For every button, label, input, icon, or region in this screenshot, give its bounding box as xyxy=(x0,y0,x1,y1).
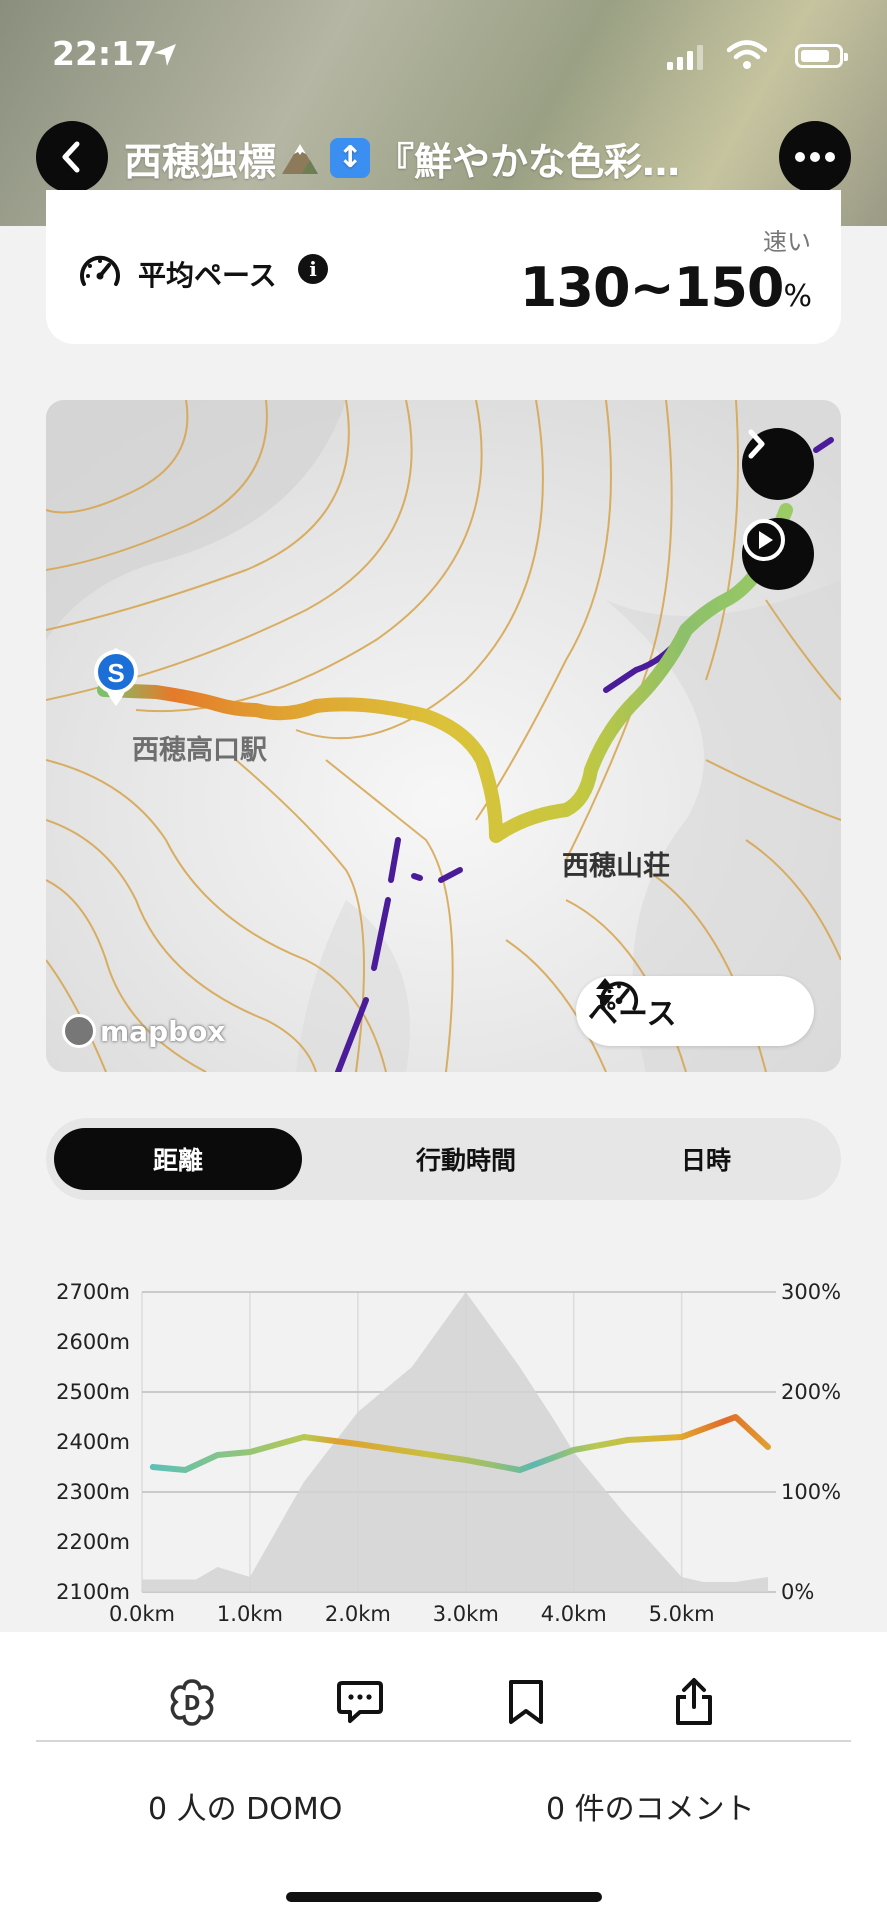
x-tick-label: 4.0km xyxy=(540,1602,607,1626)
x-tick-label: 2.0km xyxy=(324,1602,391,1626)
route-map[interactable]: S 西穂高口駅 西穂山荘 mapbox ペース xyxy=(46,400,841,1072)
speedometer-icon xyxy=(80,255,120,286)
domo-flower-icon: D xyxy=(170,1679,214,1726)
tab-distance[interactable]: 距離 xyxy=(54,1128,302,1190)
mapbox-logo-icon xyxy=(62,1014,96,1048)
y-left-tick-label: 2600m xyxy=(56,1330,130,1354)
y-right-tick-label: 100% xyxy=(781,1480,842,1504)
map-expand-button[interactable] xyxy=(742,428,814,500)
ellipsis-icon xyxy=(795,152,835,162)
wifi-icon xyxy=(727,40,767,69)
cellular-signal-icon xyxy=(667,45,703,70)
comment-count[interactable]: 0 件のコメント xyxy=(546,1784,755,1828)
chevron-left-icon xyxy=(62,141,80,173)
y-left-tick-label: 2500m xyxy=(56,1380,130,1404)
y-left-tick-label: 2200m xyxy=(56,1530,130,1554)
share-icon xyxy=(676,1678,712,1725)
play-circle-icon xyxy=(743,519,785,561)
x-tick-label: 1.0km xyxy=(216,1602,283,1626)
share-button[interactable] xyxy=(654,1662,734,1742)
start-marker-letter: S xyxy=(107,658,124,688)
more-options-button[interactable] xyxy=(779,121,851,193)
battery-icon xyxy=(795,44,848,68)
divider xyxy=(36,1740,851,1742)
info-icon[interactable]: i xyxy=(298,254,328,284)
y-left-tick-label: 2700m xyxy=(56,1280,130,1304)
y-right-tick-label: 300% xyxy=(781,1280,842,1304)
status-time: 22:17 xyxy=(52,34,158,73)
pace-value-unit: % xyxy=(783,279,811,314)
domo-button[interactable]: D xyxy=(152,1662,232,1742)
mountain-emoji-icon xyxy=(282,144,319,174)
pace-value: 130~150% xyxy=(519,256,812,319)
domo-count[interactable]: 0 人の DOMO xyxy=(148,1784,342,1828)
chevron-right-icon xyxy=(748,429,765,459)
comment-button[interactable] xyxy=(320,1662,400,1742)
average-pace-label: 平均ペース xyxy=(138,259,277,292)
pace-card: 平均ペース i 速い 130~150% xyxy=(46,190,841,344)
y-left-tick-label: 2300m xyxy=(56,1480,130,1504)
y-right-tick-label: 200% xyxy=(781,1380,842,1404)
page-title: 西穂独標 ↕ 『鮮やかな色彩… xyxy=(124,128,734,188)
mapbox-logo: mapbox xyxy=(62,1014,225,1048)
bottom-bar: D 0 人の DOMO 0 件のコメント xyxy=(0,1632,887,1920)
up-down-arrow-icon: ↕ xyxy=(330,138,371,178)
tab-moving-time[interactable]: 行動時間 xyxy=(346,1128,586,1190)
map-color-mode-selector[interactable]: ペース xyxy=(576,976,814,1046)
chart-axis-selector: 距離 行動時間 日時 xyxy=(46,1118,841,1200)
x-tick-label: 3.0km xyxy=(432,1602,499,1626)
elevation-chart-plot xyxy=(141,1291,776,1593)
y-left-tick-label: 2400m xyxy=(56,1430,130,1454)
svg-text:D: D xyxy=(184,1691,201,1715)
back-button[interactable] xyxy=(36,121,108,193)
sort-updown-icon xyxy=(596,978,614,1006)
pace-value-number: 130~150 xyxy=(519,256,785,319)
bookmark-button[interactable] xyxy=(486,1662,566,1742)
tab-datetime[interactable]: 日時 xyxy=(586,1128,826,1190)
title-text-main: 西穂独標 xyxy=(124,139,277,184)
elevation-area xyxy=(142,1292,768,1592)
x-tick-label: 0.0km xyxy=(108,1602,175,1626)
bookmark-icon xyxy=(509,1680,543,1724)
pace-fast-label: 速い xyxy=(763,228,811,256)
title-text-quote: 『鮮やかな色彩… xyxy=(376,139,681,184)
location-arrow-icon xyxy=(154,44,176,66)
home-indicator xyxy=(286,1892,602,1902)
y-right-tick-label: 0% xyxy=(781,1580,815,1604)
hut-label: 西穂山荘 xyxy=(562,851,670,882)
elevation-chart: 2700m 2600m 2500m 2400m 2300m 2200m 2100m 300% 2… xyxy=(0,1240,887,1640)
y-left-tick-label: 2100m xyxy=(56,1580,130,1604)
station-label: 西穂高口駅 xyxy=(132,735,267,766)
comment-icon xyxy=(337,1681,383,1723)
x-tick-label: 5.0km xyxy=(648,1602,715,1626)
map-play-button[interactable] xyxy=(742,518,814,590)
mapbox-logo-text: mapbox xyxy=(100,1014,226,1048)
